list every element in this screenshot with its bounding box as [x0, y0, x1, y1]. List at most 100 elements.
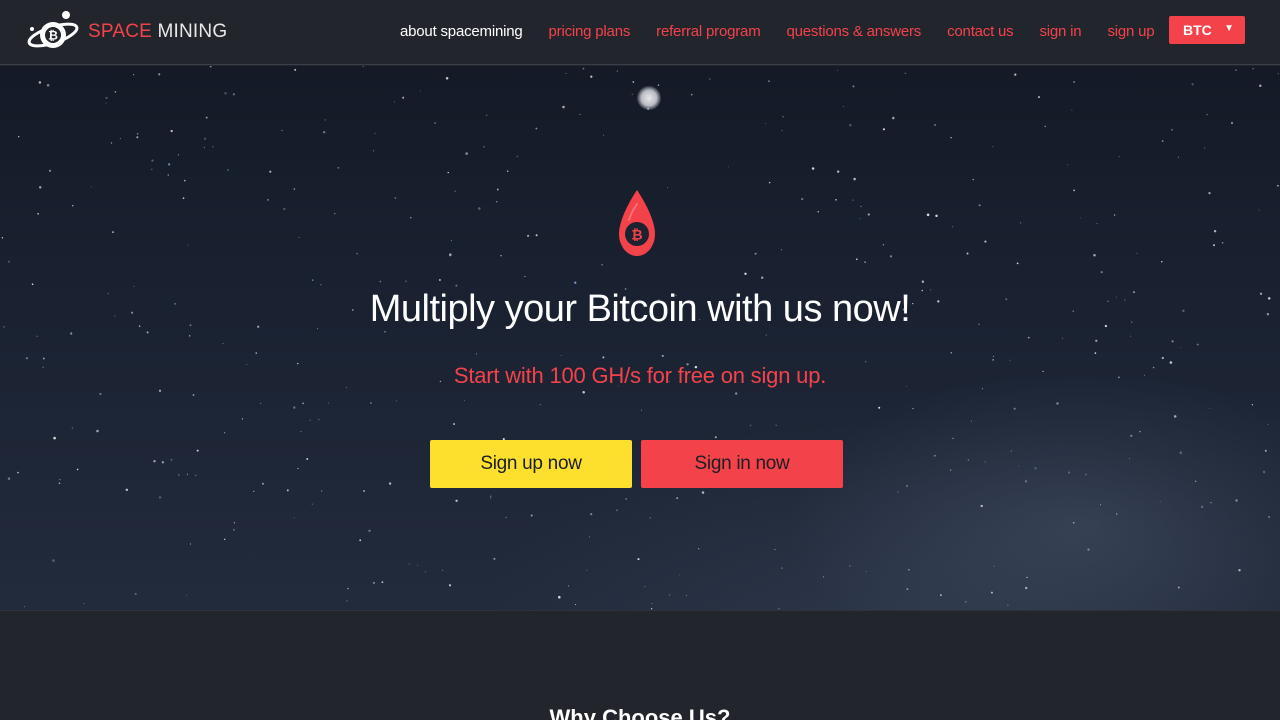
star [1209, 407, 1211, 409]
star [1277, 184, 1279, 187]
star [261, 482, 264, 485]
star [775, 424, 777, 426]
star [105, 102, 107, 104]
star [373, 150, 375, 152]
star [1096, 223, 1098, 224]
star [516, 155, 519, 158]
star [110, 142, 113, 144]
star [362, 66, 365, 67]
star [1027, 336, 1030, 339]
star [146, 331, 149, 334]
star [255, 352, 257, 354]
nav-about[interactable]: about spacemining [400, 23, 523, 40]
star [1130, 335, 1132, 337]
star [269, 170, 272, 173]
star [224, 91, 227, 95]
star [434, 121, 437, 125]
logo-text-space: SPACE [88, 21, 153, 42]
star [37, 213, 39, 215]
star [1203, 147, 1206, 149]
star [1196, 343, 1199, 346]
star [125, 488, 129, 492]
star [297, 467, 299, 470]
star [565, 73, 567, 75]
star [1235, 499, 1238, 502]
star [1262, 470, 1266, 474]
nav-contact-us[interactable]: contact us [947, 23, 1014, 40]
star [1018, 465, 1020, 467]
star [465, 152, 468, 155]
hero-section: ₿ Multiply your Bitcoin with us now! Sta… [0, 66, 1280, 610]
star [232, 528, 235, 531]
starfield-background [1, 66, 1279, 610]
star [781, 130, 783, 132]
star [1180, 347, 1181, 349]
star [442, 569, 444, 571]
star [394, 197, 397, 199]
star [31, 283, 34, 286]
star [319, 283, 322, 286]
why-choose-us-section: Why Choose Us? [0, 610, 1280, 720]
star [233, 522, 236, 524]
star [768, 80, 770, 83]
star [306, 458, 309, 460]
star [368, 529, 371, 532]
star [241, 418, 244, 420]
star [170, 129, 173, 133]
star [410, 216, 412, 219]
nav-questions-answers[interactable]: questions & answers [787, 23, 922, 40]
star [539, 403, 542, 406]
star [381, 581, 384, 584]
star [1016, 262, 1019, 265]
star [420, 90, 422, 92]
star [616, 70, 618, 72]
star [952, 437, 954, 440]
star [1073, 81, 1075, 83]
sign-in-now-button[interactable]: Sign in now [641, 440, 843, 488]
star [1238, 569, 1241, 572]
star [590, 75, 593, 78]
star [500, 255, 502, 257]
star [424, 570, 427, 573]
logo[interactable]: ₿ SPACE MINING [26, 8, 227, 56]
star [679, 574, 681, 576]
star [158, 389, 162, 392]
star [83, 603, 85, 605]
star [1024, 480, 1028, 483]
star [105, 96, 108, 100]
star [158, 496, 162, 499]
star [908, 568, 910, 571]
star [1161, 261, 1163, 263]
star [849, 565, 851, 567]
star [889, 255, 893, 258]
logo-text-mining: MINING [157, 21, 228, 42]
star [768, 181, 771, 184]
star [837, 170, 840, 173]
star [1100, 504, 1101, 506]
star [52, 559, 55, 562]
star [744, 272, 747, 276]
star [1013, 407, 1016, 410]
nav-pricing-plans[interactable]: pricing plans [549, 23, 631, 40]
star [454, 190, 456, 192]
nav-sign-up[interactable]: sign up [1107, 23, 1154, 40]
why-choose-us-title: Why Choose Us? [549, 705, 731, 720]
star [562, 105, 565, 109]
star [859, 218, 861, 220]
main-nav: about spacemining pricing plans referral… [400, 0, 1180, 62]
star [921, 280, 925, 283]
star [1100, 270, 1103, 274]
star [1115, 513, 1118, 515]
nav-sign-in[interactable]: sign in [1039, 23, 1081, 40]
star [76, 468, 79, 471]
star [449, 255, 451, 257]
star [582, 67, 585, 70]
star [384, 331, 386, 333]
star [1177, 156, 1179, 158]
star [167, 174, 170, 176]
hero-headline: Multiply your Bitcoin with us now! [369, 288, 911, 330]
currency-select[interactable]: BTC ▼ [1169, 16, 1245, 44]
sign-up-now-button[interactable]: Sign up now [430, 440, 632, 488]
star [972, 178, 974, 181]
nav-referral-program[interactable]: referral program [656, 23, 761, 40]
